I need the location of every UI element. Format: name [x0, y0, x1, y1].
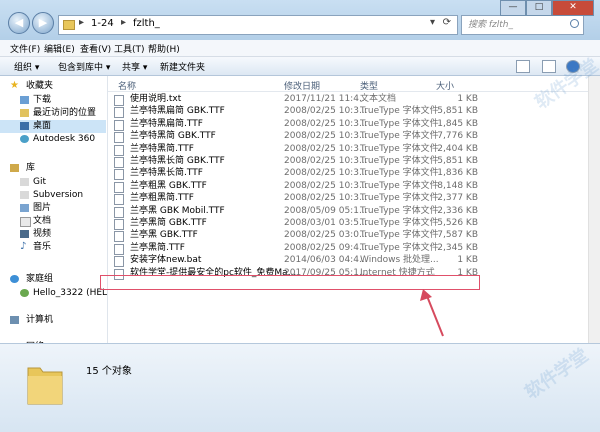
- nav-label: 桌面: [33, 121, 52, 131]
- nav-label: 下载: [33, 95, 52, 105]
- nav-label: 图片: [33, 203, 52, 213]
- nav-git[interactable]: Git: [0, 176, 106, 189]
- nav-label: 库: [26, 163, 36, 173]
- nav-subversion[interactable]: Subversion: [0, 189, 106, 202]
- desktop-icon: [20, 122, 29, 130]
- git-library-icon: [20, 178, 29, 186]
- nav-videos[interactable]: 视频: [0, 228, 106, 241]
- nav-computer[interactable]: 计算机: [0, 314, 106, 327]
- nav-recent[interactable]: 最近访问的位置: [0, 107, 106, 120]
- search-icon: [570, 19, 579, 28]
- new-folder-button[interactable]: 新建文件夹: [160, 60, 205, 73]
- breadcrumb-item[interactable]: 1-24: [91, 18, 114, 29]
- library-icon: [10, 164, 19, 172]
- nav-label: 收藏夹: [26, 81, 54, 91]
- menu-bar: 文件(F) 编辑(E) 查看(V) 工具(T) 帮助(H): [0, 40, 600, 57]
- nav-label: 文档: [33, 216, 52, 226]
- nav-pictures[interactable]: 图片: [0, 202, 106, 215]
- minimize-button[interactable]: —: [500, 0, 526, 16]
- nav-downloads[interactable]: 下载: [0, 94, 106, 107]
- search-placeholder: 搜索 fzlth_: [468, 20, 513, 30]
- homegroup-icon: [10, 275, 19, 283]
- maximize-button[interactable]: □: [526, 0, 552, 16]
- file-list: 使用说明.txt 2017/11/21 11:4... 文本文档 1 KB 兰亭特黑扁简…: [108, 92, 588, 342]
- nav-music[interactable]: ♪ 音乐: [0, 241, 106, 254]
- nav-label: Subversion: [33, 190, 84, 200]
- breadcrumb-item[interactable]: fzlth_: [133, 18, 160, 29]
- nav-label: 最近访问的位置: [33, 108, 97, 118]
- menu-file[interactable]: 文件(F): [10, 42, 40, 55]
- navigation-pane: ★ 收藏夹 下载 最近访问的位置 桌面 Autodesk 360 库 Git S…: [0, 76, 108, 343]
- menu-view[interactable]: 查看(V): [80, 42, 111, 55]
- object-count: 15 个对象: [86, 366, 132, 377]
- nav-desktop[interactable]: 桌面: [0, 120, 106, 133]
- menu-help[interactable]: 帮助(H): [148, 42, 180, 55]
- chevron-right-icon: ▸: [121, 17, 127, 28]
- nav-libraries[interactable]: 库: [0, 162, 106, 175]
- music-icon: ♪: [20, 241, 27, 252]
- column-date[interactable]: 修改日期: [284, 79, 320, 92]
- refresh-icon[interactable]: ⟳: [443, 17, 451, 28]
- menu-edit[interactable]: 编辑(E): [44, 42, 75, 55]
- highlight-box: [100, 275, 480, 290]
- title-bar: ◀ ▶ ▸ 1-24 ▸ fzlth_ ▾ ⟳ 搜索 fzlth_ — □ ✕: [0, 0, 600, 41]
- nav-documents[interactable]: 文档: [0, 215, 106, 228]
- nav-hello[interactable]: Hello_3322 (HEL: [0, 287, 108, 300]
- download-folder-icon: [20, 96, 29, 104]
- nav-label: Autodesk 360: [33, 134, 96, 144]
- column-size[interactable]: 大小: [436, 79, 454, 92]
- back-button[interactable]: ◀: [8, 12, 30, 34]
- nav-autodesk[interactable]: Autodesk 360: [0, 133, 106, 146]
- forward-button[interactable]: ▶: [32, 12, 54, 34]
- chevron-right-icon: ▸: [79, 17, 85, 28]
- nav-label: 视频: [33, 229, 52, 239]
- nav-label: 计算机: [26, 315, 54, 325]
- view-options-icon[interactable]: [516, 60, 530, 73]
- nav-label: Git: [33, 177, 47, 187]
- column-type[interactable]: 类型: [360, 79, 378, 92]
- vertical-scrollbar[interactable]: [588, 76, 600, 343]
- nav-label: 家庭组: [26, 274, 54, 284]
- nav-favorites[interactable]: ★ 收藏夹: [0, 80, 106, 93]
- address-bar[interactable]: ▸ 1-24 ▸ fzlth_ ▾ ⟳: [58, 15, 458, 35]
- recent-places-icon: [20, 109, 29, 117]
- star-icon: ★: [10, 80, 19, 91]
- close-button[interactable]: ✕: [552, 0, 594, 16]
- pictures-icon: [20, 204, 29, 212]
- organize-button[interactable]: 组织 ▾: [14, 60, 39, 73]
- share-button[interactable]: 共享 ▾: [122, 60, 147, 73]
- search-input[interactable]: 搜索 fzlth_: [461, 15, 584, 35]
- folder-icon: [27, 367, 63, 405]
- user-icon: [20, 289, 29, 297]
- details-pane: 15 个对象: [0, 343, 600, 432]
- videos-icon: [20, 230, 29, 238]
- documents-icon: [20, 217, 31, 227]
- command-bar: 组织 ▾ 包含到库中 ▾ 共享 ▾ 新建文件夹: [0, 57, 600, 76]
- preview-pane-icon[interactable]: [542, 60, 556, 73]
- column-name[interactable]: 名称: [118, 79, 136, 92]
- computer-icon: [10, 316, 19, 324]
- menu-tools[interactable]: 工具(T): [114, 42, 145, 55]
- include-library-button[interactable]: 包含到库中 ▾: [58, 60, 110, 73]
- autodesk-icon: [20, 135, 29, 143]
- dropdown-arrow-icon[interactable]: ▾: [430, 17, 435, 28]
- nav-homegroup[interactable]: 家庭组: [0, 273, 106, 286]
- nav-label: 音乐: [33, 242, 52, 252]
- folder-icon: [63, 20, 75, 30]
- nav-label: Hello_3322 (HEL: [33, 288, 108, 298]
- column-header-row: 名称 修改日期 类型 大小: [108, 76, 600, 92]
- help-icon[interactable]: [566, 60, 580, 73]
- subversion-library-icon: [20, 191, 29, 199]
